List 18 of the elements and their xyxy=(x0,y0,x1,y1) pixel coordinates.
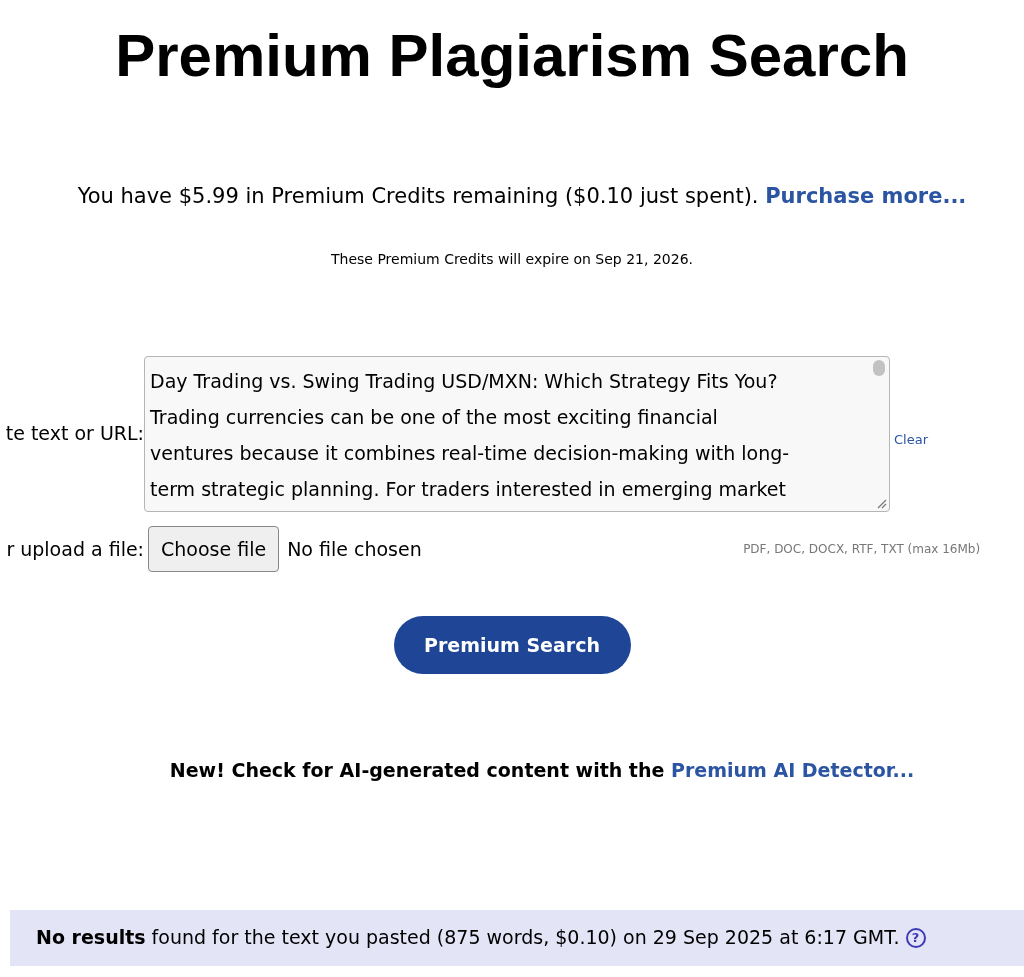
result-message: No results found for the text you pasted (875 words, $0.10) on 29 Sep 2025 at 6:17 GMT. xyxy=(36,925,900,951)
file-status-text: No file chosen xyxy=(287,536,423,562)
text-field-label: te text or URL: xyxy=(5,421,144,447)
page-title: Premium Plagiarism Search xyxy=(115,21,909,91)
purchase-link[interactable]: Purchase more... xyxy=(765,184,967,208)
expiry-text: These Premium Credits will expire on Sep 21, 2026. xyxy=(331,250,693,268)
resize-handle-icon[interactable] xyxy=(875,497,887,509)
scrollbar-thumb[interactable] xyxy=(873,360,885,376)
choose-file-button[interactable]: Choose file xyxy=(148,526,280,572)
file-field-label: r upload a file: xyxy=(6,536,144,562)
text-input-field[interactable]: Day Trading vs. Swing Trading USD/MXN: Which Strategy Fits You? Trading currencies can be one of the most exciting financial ventures because it combines real-time decision-making with long- term strategic planning. For traders interested in emerging market xyxy=(144,356,890,512)
help-icon[interactable]: ? xyxy=(905,927,926,948)
ai-notice-text: New! Check for AI-generated content with the xyxy=(169,759,665,781)
ai-detector-link[interactable]: Premium AI Detector... xyxy=(671,759,915,781)
credits-text: You have $5.99 in Premium Credits remaining ($0.10 just spent). xyxy=(77,184,759,208)
clear-link[interactable]: Clear xyxy=(894,430,928,450)
premium-search-button[interactable]: Premium Search xyxy=(393,616,631,674)
file-format-hint: PDF, DOC, DOCX, RTF, TXT (max 16Mb) xyxy=(743,541,981,558)
